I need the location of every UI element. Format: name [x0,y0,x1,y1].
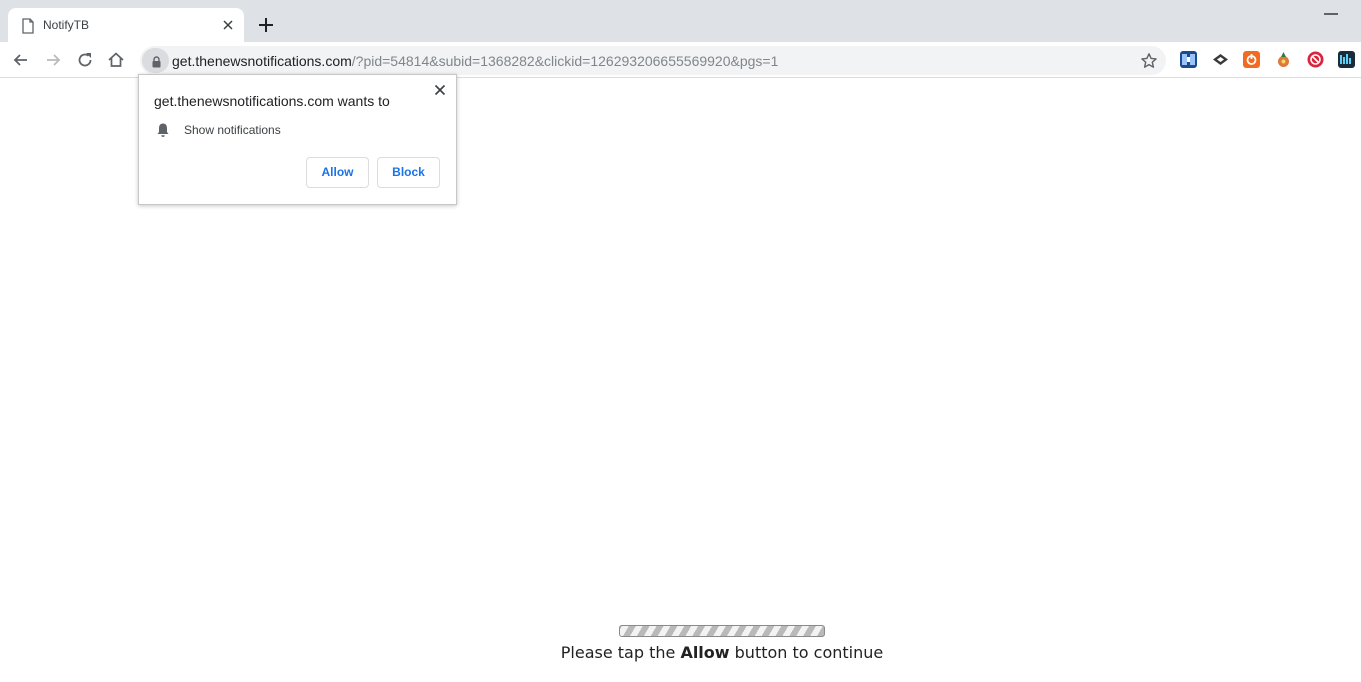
forward-icon[interactable] [43,50,63,70]
page-icon [22,18,34,34]
url-path: /?pid=54814&subid=1368282&clickid=126293… [351,53,779,69]
url-text[interactable]: get.thenewsnotifications.com/?pid=54814&… [172,53,778,69]
popup-title: get.thenewsnotifications.com wants to [154,93,390,109]
notification-permission-popup: get.thenewsnotifications.com wants to Sh… [138,74,457,205]
new-tab-icon[interactable] [256,15,276,35]
address-bar[interactable]: get.thenewsnotifications.com/?pid=54814&… [140,46,1166,75]
message-before: Please tap the [560,643,681,662]
ext-icon-4[interactable] [1275,51,1292,68]
bell-icon [157,123,169,137]
tab-strip: NotifyTB [0,0,1361,42]
minimize-window-button[interactable] [1324,13,1338,15]
close-tab-icon[interactable] [220,17,236,33]
tab-notifytb[interactable]: NotifyTB [8,8,244,42]
permission-label: Show notifications [184,123,281,137]
allow-button[interactable]: Allow [306,157,369,188]
message-allow: Allow [680,643,730,662]
ext-icon-3[interactable] [1243,51,1260,68]
bookmark-star-icon[interactable] [1140,52,1158,70]
ext-icon-6[interactable] [1338,51,1355,68]
tab-title: NotifyTB [43,18,90,32]
browser-toolbar: get.thenewsnotifications.com/?pid=54814&… [0,42,1361,78]
url-host: get.thenewsnotifications.com [172,53,352,69]
lock-icon [152,56,161,68]
close-icon[interactable] [433,83,447,97]
ext-icon-1[interactable] [1180,51,1197,68]
site-info-button[interactable] [142,48,169,73]
page-message: Please tap the Allow button to continue [540,643,904,662]
message-after: button to continue [729,643,884,662]
back-icon[interactable] [11,50,31,70]
block-button[interactable]: Block [377,157,440,188]
reload-icon[interactable] [75,50,95,70]
ext-icon-5[interactable] [1307,51,1324,68]
ext-icon-2[interactable] [1212,51,1229,68]
progress-bar [619,625,825,637]
home-icon[interactable] [106,50,126,70]
